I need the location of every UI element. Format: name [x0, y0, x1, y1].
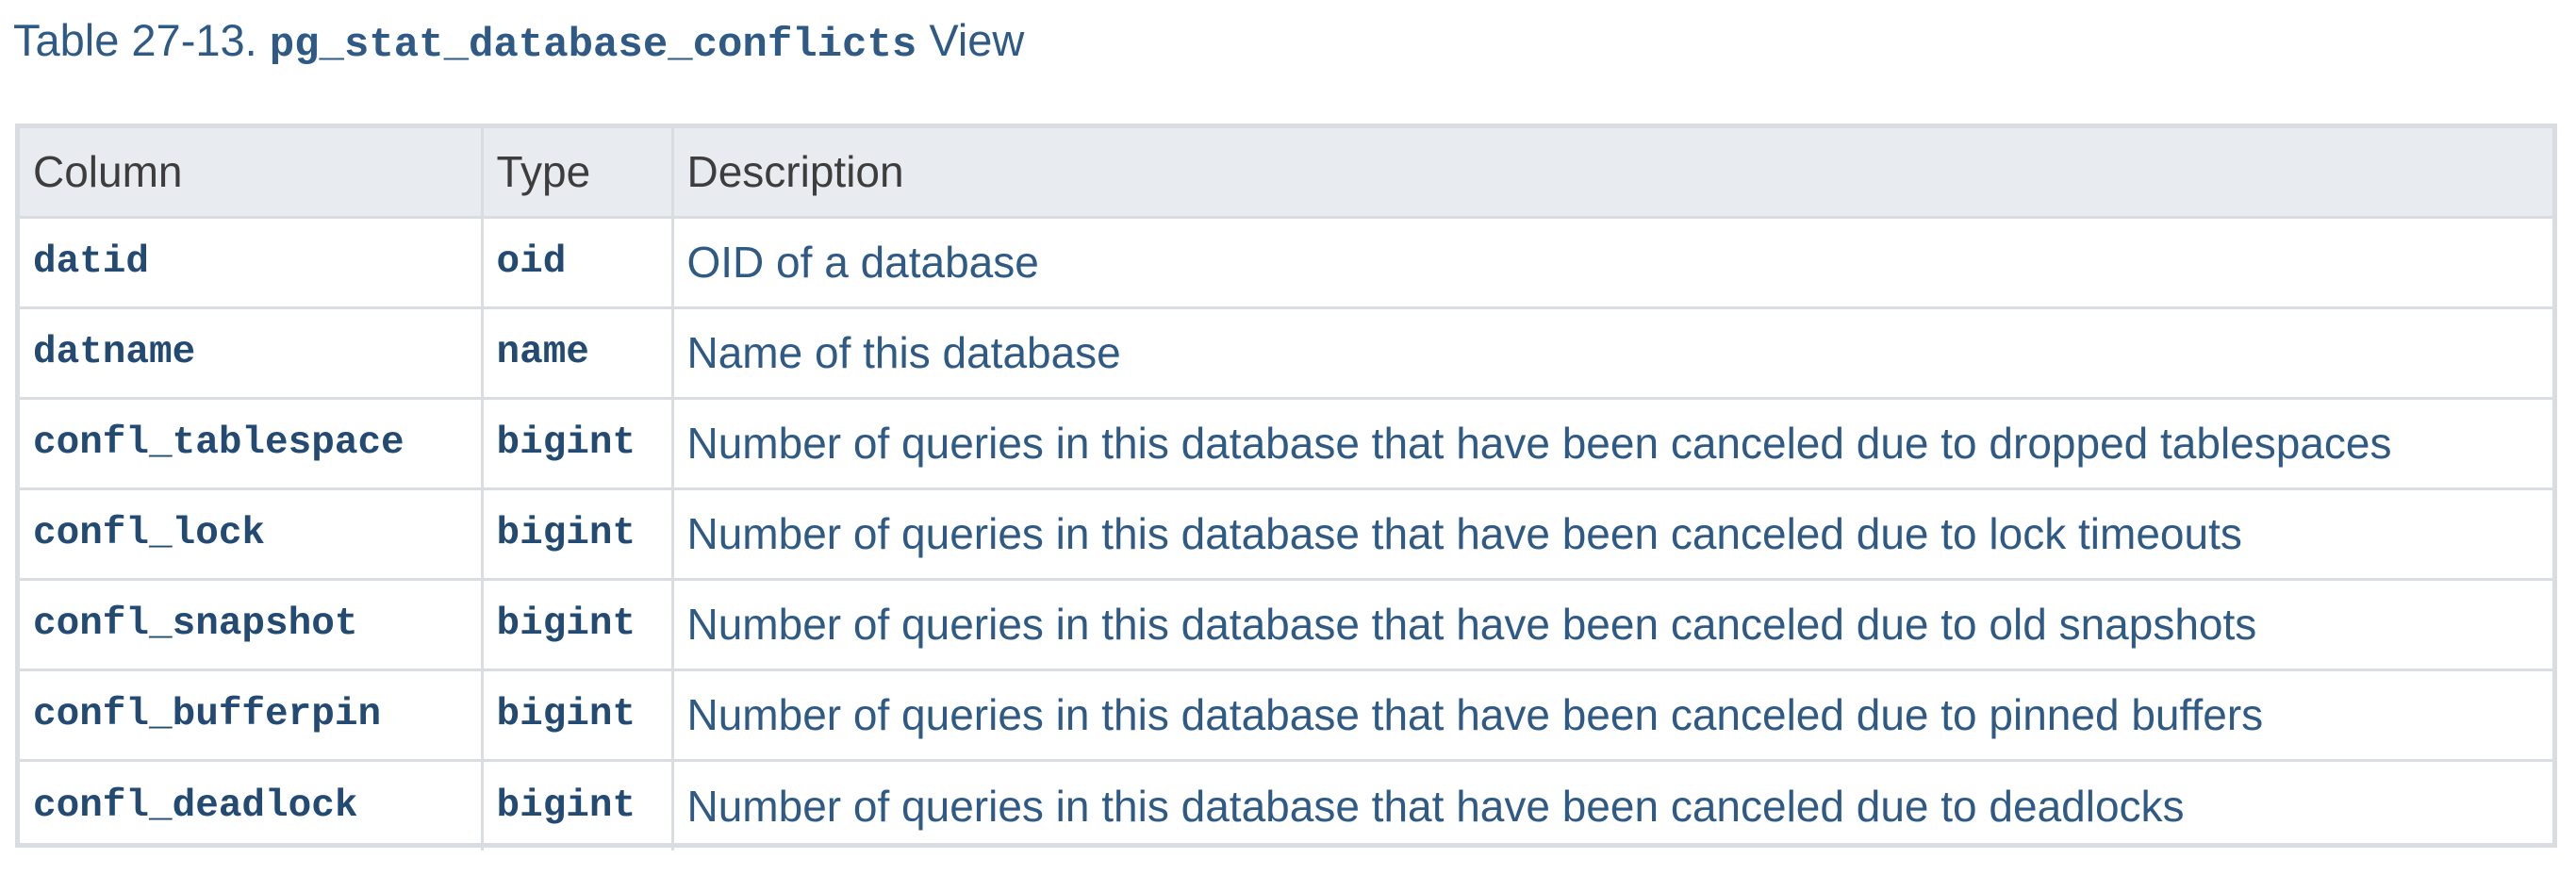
caption-view-name: pg_stat_database_conflicts — [269, 22, 917, 69]
table-row: confl_snapshot bigint Number of queries … — [20, 577, 2552, 671]
table-caption: Table 27-13. pg_stat_database_conflicts … — [13, 11, 1024, 70]
cell-type: name — [480, 305, 674, 400]
table-row: confl_bufferpin bigint Number of queries… — [20, 668, 2552, 762]
cell-column-name: datid — [20, 215, 484, 309]
cell-column-name: datname — [20, 305, 484, 400]
conflicts-table: Column Type Description datid oid OID of… — [20, 128, 2552, 850]
conflicts-table-container: Column Type Description datid oid OID of… — [15, 124, 2557, 850]
table-row: confl_deadlock bigint Number of queries … — [20, 758, 2552, 850]
caption-prefix: Table 27-13. — [13, 15, 270, 65]
cell-description: Number of queries in this database that … — [670, 487, 2552, 581]
cell-type: bigint — [480, 758, 674, 850]
cell-column-name: confl_bufferpin — [20, 668, 484, 762]
header-type: Type — [480, 128, 674, 219]
cell-type: oid — [480, 215, 674, 309]
cell-type: bigint — [480, 396, 674, 490]
table-row: datid oid OID of a database — [20, 215, 2552, 309]
cell-type: bigint — [480, 577, 674, 671]
cell-type: bigint — [480, 668, 674, 762]
cell-description: Number of queries in this database that … — [670, 396, 2552, 490]
table-row: confl_lock bigint Number of queries in t… — [20, 487, 2552, 581]
caption-suffix: View — [916, 15, 1025, 65]
cell-type: bigint — [480, 487, 674, 581]
header-column: Column — [20, 128, 484, 219]
cell-description: OID of a database — [670, 215, 2552, 309]
table-row: datname name Name of this database — [20, 305, 2552, 400]
cell-description: Name of this database — [670, 305, 2552, 400]
cell-column-name: confl_deadlock — [20, 758, 484, 850]
cell-column-name: confl_lock — [20, 487, 484, 581]
cell-column-name: confl_tablespace — [20, 396, 484, 490]
header-description: Description — [670, 128, 2552, 219]
cell-description: Number of queries in this database that … — [670, 758, 2552, 850]
cell-description: Number of queries in this database that … — [670, 668, 2552, 762]
table-header-row: Column Type Description — [20, 128, 2552, 219]
table-row: confl_tablespace bigint Number of querie… — [20, 396, 2552, 490]
cell-description: Number of queries in this database that … — [670, 577, 2552, 671]
cell-column-name: confl_snapshot — [20, 577, 484, 671]
